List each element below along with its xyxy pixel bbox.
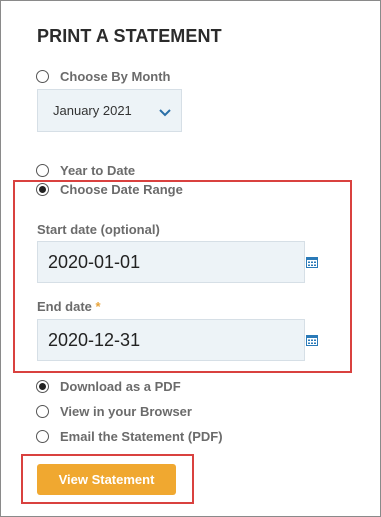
radio-label: Year to Date [60,163,136,178]
end-date-label-text: End date [37,299,92,314]
radio-circle[interactable] [36,164,49,177]
radio-circle-selected[interactable] [36,380,49,393]
end-date-input[interactable]: 2020-12-31 [37,319,305,361]
radio-circle[interactable] [36,405,49,418]
radio-download-pdf[interactable]: Download as a PDF [36,379,181,394]
radio-choose-by-month[interactable]: Choose By Month [36,69,171,84]
calendar-icon[interactable] [306,334,318,346]
print-statement-panel: PRINT A STATEMENT Choose By Month Januar… [0,0,381,517]
radio-year-to-date[interactable]: Year to Date [36,163,135,178]
radio-circle[interactable] [36,430,49,443]
radio-label: View in your Browser [60,404,192,419]
radio-label: Choose By Month [60,69,171,84]
radio-label: Download as a PDF [60,379,181,394]
page-title: PRINT A STATEMENT [37,26,222,46]
radio-email-statement[interactable]: Email the Statement (PDF) [36,429,223,444]
required-marker: * [95,299,101,314]
month-select-value: January 2021 [53,103,132,118]
radio-view-in-browser[interactable]: View in your Browser [36,404,192,419]
start-date-label: Start date (optional) [37,222,160,237]
radio-label: Choose Date Range [60,182,183,197]
radio-label: Email the Statement (PDF) [60,429,223,444]
end-date-label: End date * [37,299,101,314]
month-select[interactable]: January 2021 [37,89,182,132]
view-statement-button[interactable]: View Statement [37,464,176,495]
radio-circle-selected[interactable] [36,183,49,196]
chevron-down-icon [159,109,171,117]
radio-circle[interactable] [36,70,49,83]
start-date-input[interactable]: 2020-01-01 [37,241,305,283]
radio-choose-date-range[interactable]: Choose Date Range [36,182,183,197]
calendar-icon[interactable] [306,256,318,268]
